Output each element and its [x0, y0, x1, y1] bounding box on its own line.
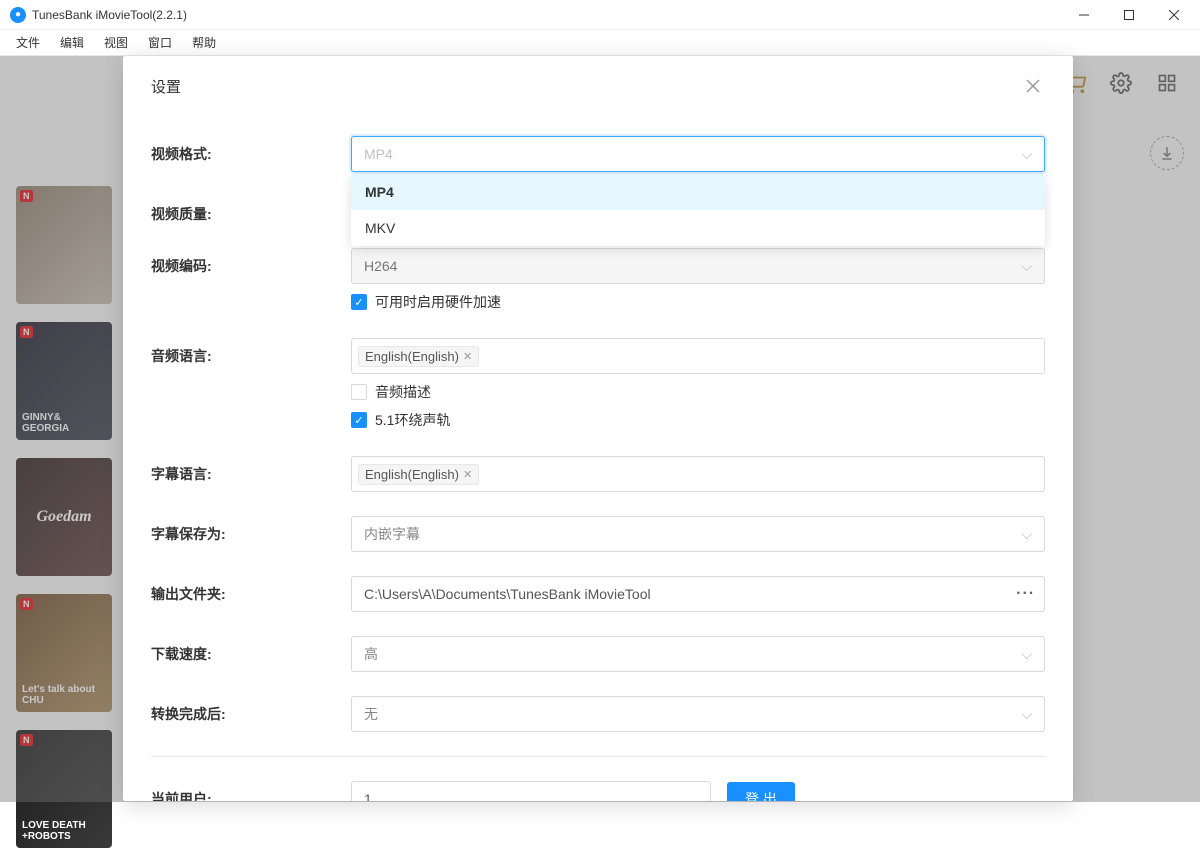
- minimize-button[interactable]: [1061, 0, 1106, 30]
- after-convert-value: 无: [364, 704, 378, 724]
- current-user-value: 1: [364, 791, 372, 801]
- row-after-convert: 转换完成后: 无 ⌵: [151, 696, 1045, 732]
- title-bar: ● TunesBank iMovieTool(2.2.1): [0, 0, 1200, 30]
- subtitle-lang-input[interactable]: English(English) ✕: [351, 456, 1045, 492]
- row-current-user: 当前用户: 1 登 出: [151, 781, 1045, 801]
- row-video-codec: 视频编码: H264 ⌵ 可用时启用硬件加速: [151, 248, 1045, 312]
- row-subtitle-lang: 字幕语言: English(English) ✕: [151, 456, 1045, 492]
- video-format-value: MP4: [364, 146, 393, 162]
- video-format-select[interactable]: MP4 ⌵: [351, 136, 1045, 172]
- subtitle-save-value: 内嵌字幕: [364, 524, 420, 544]
- menu-edit[interactable]: 编辑: [50, 32, 94, 53]
- subtitle-lang-tag[interactable]: English(English) ✕: [358, 464, 479, 485]
- label-output-folder: 输出文件夹:: [151, 576, 351, 604]
- video-codec-value: H264: [364, 258, 397, 274]
- label-video-format: 视频格式:: [151, 136, 351, 164]
- menu-window[interactable]: 窗口: [138, 32, 182, 53]
- chevron-down-icon: ⌵: [1021, 146, 1032, 163]
- hw-accel-checkbox-row[interactable]: 可用时启用硬件加速: [351, 292, 1045, 312]
- download-speed-value: 高: [364, 644, 378, 664]
- row-audio-lang: 音频语言: English(English) ✕ 音频描述 5.1环绕声轨: [151, 338, 1045, 430]
- app-title: TunesBank iMovieTool(2.2.1): [32, 8, 187, 22]
- download-speed-select[interactable]: 高 ⌵: [351, 636, 1045, 672]
- subtitle-save-select[interactable]: 内嵌字幕 ⌵: [351, 516, 1045, 552]
- audio-lang-tag[interactable]: English(English) ✕: [358, 346, 479, 367]
- current-user-input[interactable]: 1: [351, 781, 711, 801]
- dialog-close-button[interactable]: [1021, 74, 1045, 98]
- menu-file[interactable]: 文件: [6, 32, 50, 53]
- logout-button[interactable]: 登 出: [727, 782, 795, 801]
- menu-view[interactable]: 视图: [94, 32, 138, 53]
- audio-lang-tag-text: English(English): [365, 349, 459, 364]
- format-option-mkv[interactable]: MKV: [351, 210, 1045, 246]
- dialog-title: 设置: [151, 76, 181, 97]
- audio-desc-label: 音频描述: [375, 382, 431, 402]
- chevron-down-icon: ⌵: [1021, 706, 1032, 723]
- output-folder-value: C:\Users\A\Documents\TunesBank iMovieToo…: [364, 586, 651, 602]
- label-video-quality: 视频质量:: [151, 196, 351, 224]
- chevron-down-icon: ⌵: [1021, 258, 1032, 275]
- label-download-speed: 下载速度:: [151, 636, 351, 664]
- row-download-speed: 下载速度: 高 ⌵: [151, 636, 1045, 672]
- tile-label: LOVE DEATH +ROBOTS: [22, 820, 106, 842]
- video-codec-select[interactable]: H264 ⌵: [351, 248, 1045, 284]
- audio-desc-checkbox[interactable]: [351, 384, 367, 400]
- output-folder-input[interactable]: C:\Users\A\Documents\TunesBank iMovieToo…: [351, 576, 1007, 612]
- settings-dialog: 设置 视频格式: MP4 ⌵ MP4 MKV 视频质量:: [123, 56, 1073, 801]
- browse-folder-button[interactable]: ···: [1007, 576, 1045, 612]
- maximize-button[interactable]: [1106, 0, 1151, 30]
- row-output-folder: 输出文件夹: C:\Users\A\Documents\TunesBank iM…: [151, 576, 1045, 612]
- video-format-dropdown: MP4 MKV: [351, 174, 1045, 246]
- after-convert-select[interactable]: 无 ⌵: [351, 696, 1045, 732]
- label-after-convert: 转换完成后:: [151, 696, 351, 724]
- surround-checkbox-row[interactable]: 5.1环绕声轨: [351, 410, 1045, 430]
- app-icon: ●: [10, 7, 26, 23]
- label-subtitle-lang: 字幕语言:: [151, 456, 351, 484]
- menu-help[interactable]: 帮助: [182, 32, 226, 53]
- label-subtitle-save: 字幕保存为:: [151, 516, 351, 544]
- chevron-down-icon: ⌵: [1021, 526, 1032, 543]
- menu-bar: 文件 编辑 视图 窗口 帮助: [0, 30, 1200, 56]
- label-current-user: 当前用户:: [151, 781, 351, 801]
- surround-checkbox[interactable]: [351, 412, 367, 428]
- audio-desc-checkbox-row[interactable]: 音频描述: [351, 382, 1045, 402]
- chevron-down-icon: ⌵: [1021, 646, 1032, 663]
- divider: [151, 756, 1045, 757]
- hw-accel-checkbox[interactable]: [351, 294, 367, 310]
- row-video-format: 视频格式: MP4 ⌵ MP4 MKV: [151, 136, 1045, 172]
- format-option-mp4[interactable]: MP4: [351, 174, 1045, 210]
- subtitle-lang-tag-text: English(English): [365, 467, 459, 482]
- dialog-body: 视频格式: MP4 ⌵ MP4 MKV 视频质量: 视频编码: H: [123, 106, 1073, 801]
- surround-label: 5.1环绕声轨: [375, 410, 450, 430]
- tag-remove-icon[interactable]: ✕: [463, 350, 472, 363]
- window-controls: [1061, 0, 1196, 30]
- hw-accel-label: 可用时启用硬件加速: [375, 292, 501, 312]
- row-subtitle-save: 字幕保存为: 内嵌字幕 ⌵: [151, 516, 1045, 552]
- label-audio-lang: 音频语言:: [151, 338, 351, 366]
- tag-remove-icon[interactable]: ✕: [463, 468, 472, 481]
- audio-lang-input[interactable]: English(English) ✕: [351, 338, 1045, 374]
- close-button[interactable]: [1151, 0, 1196, 30]
- dialog-header: 设置: [123, 56, 1073, 106]
- label-video-codec: 视频编码:: [151, 248, 351, 276]
